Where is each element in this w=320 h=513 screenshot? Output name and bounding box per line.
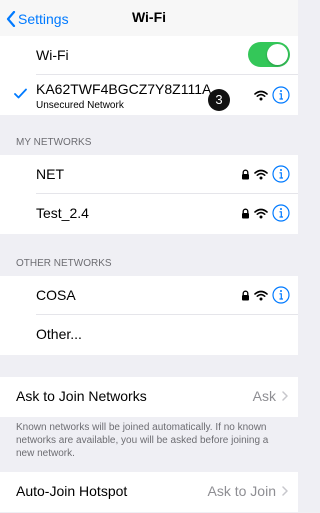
network-icons: [237, 165, 290, 183]
lock-icon: [242, 208, 249, 218]
network-icons: [250, 86, 290, 104]
ask-to-join-value: Ask: [253, 388, 288, 404]
navigation-bar: Settings Wi-Fi: [0, 0, 298, 36]
info-icon[interactable]: [272, 286, 290, 304]
wifi-icon: [254, 90, 268, 100]
ask-to-join-value-text: Ask: [252, 388, 276, 404]
lock-icon: [242, 290, 249, 300]
wifi-label: Wi-Fi: [36, 47, 69, 63]
other-network-label: Other...: [36, 326, 82, 342]
wifi-toggle-row: Wi-Fi: [0, 36, 298, 75]
network-name: NET: [36, 166, 64, 182]
network-row-cosa[interactable]: COSA: [0, 276, 298, 315]
info-icon[interactable]: [272, 165, 290, 183]
toggle-knob: [267, 44, 288, 65]
network-name: COSA: [36, 287, 76, 303]
auto-join-hotspot-row[interactable]: Auto-Join Hotspot Ask to Join: [0, 472, 298, 512]
auto-join-group: Auto-Join Hotspot Ask to Join: [0, 472, 298, 512]
ask-to-join-group: Ask to Join Networks Ask: [0, 377, 298, 417]
network-row-net[interactable]: NET: [0, 155, 298, 194]
my-networks-header: MY NETWORKS: [16, 137, 92, 148]
network-icons: [237, 204, 290, 222]
info-icon[interactable]: [272, 204, 290, 222]
page-title: Wi-Fi: [131, 9, 167, 25]
ask-to-join-row[interactable]: Ask to Join Networks Ask: [0, 377, 298, 417]
info-icon[interactable]: [272, 86, 290, 104]
ask-to-join-label: Ask to Join Networks: [16, 388, 147, 404]
lock-icon: [242, 169, 249, 179]
chevron-right-icon: [282, 486, 288, 496]
network-icons: [237, 286, 290, 304]
other-networks-list: COSA Other...: [0, 276, 298, 355]
step-badge: 3: [208, 89, 230, 111]
wifi-toggle[interactable]: [248, 42, 290, 67]
chevron-right-icon: [282, 391, 288, 401]
wifi-icon: [254, 169, 268, 179]
network-row-test-2-4[interactable]: Test_2.4: [0, 194, 298, 234]
checkmark-icon: [14, 88, 27, 99]
other-network-row[interactable]: Other...: [0, 315, 298, 355]
wifi-icon: [254, 290, 268, 300]
current-network-name: KA62TWF4BGCZ7Y8Z111A: [36, 81, 212, 97]
ask-to-join-footnote: Known networks will be joined automatica…: [16, 422, 269, 459]
other-networks-header: OTHER NETWORKS: [16, 258, 112, 269]
auto-join-value: Ask to Join: [208, 483, 288, 499]
auto-join-label: Auto-Join Hotspot: [16, 483, 128, 499]
my-networks-list: NET Test_2.4: [0, 155, 298, 234]
auto-join-value-text: Ask to Join: [207, 483, 276, 499]
current-network-row[interactable]: KA62TWF4BGCZ7Y8Z111A Unsecured Network 3: [0, 75, 298, 115]
current-network-status: Unsecured Network: [36, 100, 124, 111]
network-name: Test_2.4: [36, 205, 89, 221]
wifi-icon: [254, 208, 268, 218]
wifi-group: Wi-Fi KA62TWF4BGCZ7Y8Z111A Unsecured Net…: [0, 36, 298, 115]
